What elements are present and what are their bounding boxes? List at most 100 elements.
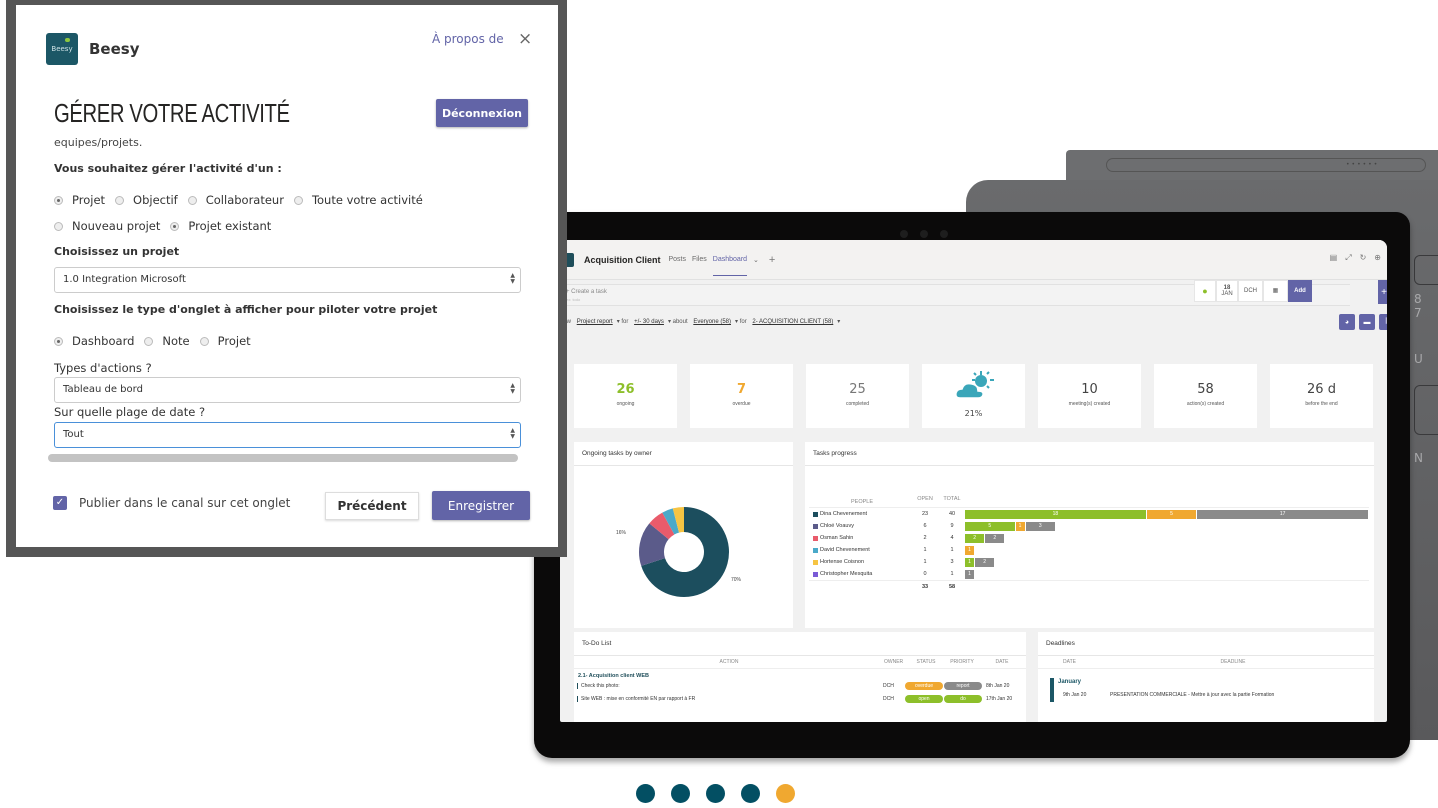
tab-type-label: Choisissez le type d'onglet à afficher p…	[54, 303, 438, 316]
globe-icon[interactable]: ⊕	[1374, 253, 1381, 263]
progress-row[interactable]: Dina Chevenement 23 40 18 5 17	[809, 508, 1369, 520]
deadline-item[interactable]: PRESENTATION COMMERCIALE - Mettre à jour…	[1110, 692, 1274, 698]
status-badge[interactable]: overdue	[905, 681, 943, 690]
radio-nouveau-projet[interactable]: Nouveau projet	[54, 219, 160, 233]
card-view-icon[interactable]: ▬	[1359, 314, 1375, 330]
radio-note[interactable]: Note	[144, 334, 190, 348]
add-task-button[interactable]: Add	[1288, 280, 1312, 302]
date-picker-button[interactable]: 18 JAN	[1216, 280, 1238, 302]
priority-badge[interactable]: report	[944, 681, 982, 690]
deadlines-panel: Deadlines DATE DEADLINE January 9th Jan …	[1038, 632, 1374, 722]
bar-segment-other[interactable]: 2	[985, 533, 1005, 543]
logout-button[interactable]: Déconnexion	[436, 99, 528, 127]
expand-icon[interactable]: ⤢	[1345, 253, 1351, 263]
about-link[interactable]: À propos de	[432, 32, 504, 46]
kpi-ongoing: 26 ongoing	[574, 364, 677, 428]
radio-projet-tab[interactable]: Projet	[199, 334, 251, 348]
bar-segment-done[interactable]: 2	[965, 533, 985, 543]
bar-segment-done[interactable]: 5	[965, 521, 1015, 531]
todo-row[interactable]: Site WEB : mise en conformité EN par rap…	[574, 692, 1026, 705]
pager-dot-1[interactable]	[636, 784, 655, 803]
radio-projet[interactable]: Projet	[54, 193, 105, 207]
person-name: Dina Chevenement	[820, 511, 868, 517]
publish-checkbox[interactable]: ✓	[53, 496, 67, 510]
close-icon[interactable]: ×	[518, 29, 532, 49]
donut-label-left: 16%	[616, 530, 627, 536]
scope-radio-group: Projet Objectif Collaborateur Toute votr…	[54, 193, 433, 207]
plus-button[interactable]: +	[1378, 280, 1387, 304]
tab-dashboard[interactable]: Dashboard	[712, 244, 748, 276]
bar-segment-done[interactable]: 18	[965, 509, 1146, 519]
previous-button[interactable]: Précédent	[325, 492, 419, 520]
chevron-down-icon[interactable]: ⌄	[753, 244, 759, 276]
total-count: 3	[950, 559, 954, 565]
bar-segment-late[interactable]: 1	[1015, 521, 1025, 531]
bar-segment-other[interactable]: 3	[1025, 521, 1055, 531]
open-count: 6	[923, 523, 927, 529]
tab-type-radio-group: Dashboard Note Projet	[54, 334, 261, 348]
scope-question: Vous souhaitez gérer l'activité d'un :	[54, 162, 282, 175]
period-filter[interactable]: +/- 30 days	[634, 319, 664, 325]
pager-dot-2[interactable]	[671, 784, 690, 803]
pager-dot-4[interactable]	[741, 784, 760, 803]
bar-segment-other[interactable]: 1	[965, 569, 975, 579]
bar-segment-other[interactable]: 2	[975, 557, 995, 567]
tab-posts[interactable]: Posts	[669, 244, 687, 275]
status-dot-button[interactable]: ●	[1194, 280, 1216, 302]
matrix-icon[interactable]: ▦	[1263, 280, 1288, 302]
status-badge[interactable]: open	[905, 694, 943, 703]
teams-header: Acquisition Client Posts Files Dashboard…	[560, 240, 1387, 280]
panel-title: Ongoing tasks by owner	[574, 442, 793, 466]
legend-swatch	[813, 535, 818, 541]
progress-row[interactable]: Osman Sahin 2 4 2 2	[809, 532, 1369, 544]
radio-collaborateur[interactable]: Collaborateur	[187, 193, 284, 207]
date-range-label: Sur quelle plage de date ?	[54, 405, 206, 419]
bar-segment-late[interactable]: 1	[965, 545, 975, 555]
progress-row[interactable]: Hortense Coisnon 1 3 1 2	[809, 556, 1369, 568]
todo-group-title[interactable]: 2.1- Acquisition client WEB	[574, 669, 1026, 679]
owner-button[interactable]: DCH	[1238, 280, 1263, 302]
date-range-select[interactable]: Tout ▲ ▼	[54, 422, 521, 448]
conversation-icon[interactable]: ▤	[1330, 253, 1338, 263]
bar-segment-other[interactable]: 17	[1197, 509, 1368, 519]
refresh-icon[interactable]: ↻	[1360, 253, 1367, 263]
progress-row[interactable]: Christopher Mesquita 0 1 1	[809, 568, 1369, 580]
open-count: 1	[923, 547, 927, 553]
radio-objectif[interactable]: Objectif	[115, 193, 178, 207]
bar-segment-late[interactable]: 5	[1146, 509, 1197, 519]
settings-sliders-icon[interactable]: ⫼	[1379, 314, 1387, 330]
progress-row[interactable]: Chloé Voauvy 6 9 5 1 3	[809, 520, 1369, 532]
weather-cloud-sun-icon	[954, 371, 994, 399]
pager-dot-3[interactable]	[706, 784, 725, 803]
intro-text: equipes/projets.	[54, 136, 143, 149]
kpi-actions: 58 action(s) created	[1154, 364, 1257, 428]
people-filter[interactable]: Everyone (58)	[693, 319, 731, 325]
priority-badge[interactable]: do	[944, 694, 982, 703]
horizontal-scrollbar[interactable]	[48, 454, 518, 462]
project-select[interactable]: 1.0 Integration Microsoft ▲ ▼	[54, 267, 521, 293]
radio-projet-existant[interactable]: Projet existant	[170, 219, 271, 233]
add-tab-icon[interactable]: +	[769, 254, 775, 266]
choose-project-label: Choisissez un projet	[54, 245, 180, 258]
person-name: Osman Sahin	[820, 535, 854, 541]
publish-checkbox-label: Publier dans le canal sur cet onglet	[79, 496, 291, 510]
total-count: 9	[950, 523, 954, 529]
legend-swatch	[813, 523, 818, 529]
deadline-month: January	[1058, 679, 1082, 685]
bar-segment-done[interactable]: 1	[965, 557, 975, 567]
radio-dashboard[interactable]: Dashboard	[54, 334, 134, 348]
project-filter[interactable]: 2- ACQUISITION CLIENT (58)	[752, 319, 833, 325]
report-filter[interactable]: Project report	[577, 319, 613, 325]
radio-toute-activite[interactable]: Toute votre activité	[293, 193, 423, 207]
pager-dot-5[interactable]	[776, 784, 795, 803]
person-name: Hortense Coisnon	[820, 559, 865, 565]
tab-files[interactable]: Files	[692, 244, 707, 275]
todo-row[interactable]: Check this photo: DCH overdue report 8th…	[574, 679, 1026, 692]
total-count: 1	[950, 547, 954, 553]
progress-row[interactable]: David Chevenement 1 1 1	[809, 544, 1369, 556]
panel-title: Tasks progress	[805, 442, 1374, 466]
action-types-select[interactable]: Tableau de bord ▲ ▼	[54, 377, 521, 403]
save-button[interactable]: Enregistrer	[432, 491, 530, 520]
chart-view-icon[interactable]: ◕	[1339, 314, 1355, 330]
open-count: 2	[923, 535, 927, 541]
